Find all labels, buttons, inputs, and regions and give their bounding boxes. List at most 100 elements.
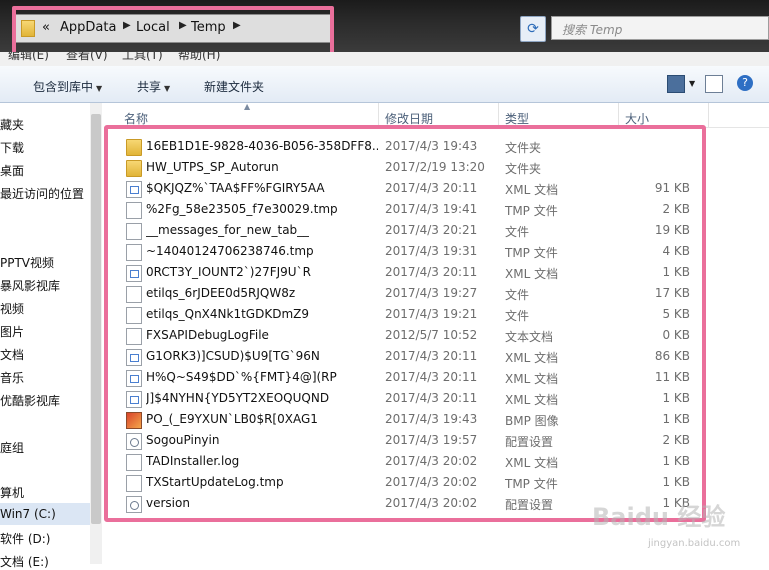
column-divider[interactable] [498, 103, 499, 127]
sort-arrow-icon: ▲ [244, 102, 251, 111]
file-row[interactable]: TXStartUpdateLog.tmp 2017/4/3 20:02 TMP 文件… [104, 472, 704, 493]
file-type: XML 文档 [505, 456, 559, 470]
file-row[interactable]: HW_UTPS_SP_Autorun 2017/2/19 13:20 文件夹 [104, 157, 704, 178]
file-row[interactable]: __messages_for_new_tab__ 2017/4/3 20:21 文件… [104, 220, 704, 241]
file-size: 5 KB [662, 307, 690, 321]
column-divider[interactable] [618, 103, 619, 127]
file-type: TMP 文件 [505, 477, 558, 491]
file-icon [126, 202, 142, 219]
file-size: 86 KB [654, 349, 690, 363]
nav-item[interactable]: 文档 (E:) [0, 553, 49, 570]
column-header-type[interactable]: 类型 [505, 110, 529, 127]
file-row[interactable]: 16EB1D1E-9828-4036-B056-358DFF8... 2017/4… [104, 136, 704, 157]
file-type: 配置设置 [505, 498, 554, 512]
config-file-icon [126, 433, 142, 450]
nav-item[interactable]: 桌面 [0, 162, 24, 179]
file-row[interactable]: J]$4NYHN{YD5YT2XEOQUQND 2017/4/3 20:11 XML… [104, 388, 704, 409]
file-row[interactable]: G1ORK3)]CSUD)$U9[TG`96N 2017/4/3 20:11 XML… [104, 346, 704, 367]
file-row[interactable]: 0RCT3Y_IOUNT2`)27FJ9U`R 2017/4/3 20:11 XML… [104, 262, 704, 283]
file-name: HW_UTPS_SP_Autorun [146, 160, 279, 174]
refresh-icon[interactable]: ⟳ [520, 16, 546, 42]
file-type: XML 文档 [505, 372, 559, 386]
file-row[interactable]: etilqs_QnX4Nk1tGDKDmZ9 2017/4/3 19:21 文件 5 … [104, 304, 704, 325]
folder-icon [126, 139, 142, 156]
nav-item[interactable]: 图片 [0, 323, 24, 340]
nav-scrollbar-thumb[interactable] [91, 114, 101, 524]
config-file-icon [126, 496, 142, 513]
file-size: 1 KB [662, 454, 690, 468]
file-name: version [146, 496, 190, 510]
file-row[interactable]: H%Q~S49$DD`%{FMT}4@](RP 2017/4/3 20:11 XML… [104, 367, 704, 388]
file-name: 16EB1D1E-9828-4036-B056-358DFF8... [146, 139, 378, 153]
column-header-date[interactable]: 修改日期 [385, 110, 433, 127]
address-highlight-frame [12, 6, 334, 56]
file-icon [126, 328, 142, 345]
folder-icon [126, 160, 142, 177]
nav-item[interactable]: 最近访问的位置 [0, 185, 84, 202]
file-size: 1 KB [662, 391, 690, 405]
nav-item[interactable]: Win7 (C:) [0, 507, 56, 521]
help-icon[interactable]: ? [737, 75, 753, 91]
file-row[interactable]: FXSAPIDebugLogFile 2012/5/7 10:52 文本文档 0 KB [104, 325, 704, 346]
menu-tools[interactable]: 工具(T) [122, 52, 163, 63]
file-type: 文件 [505, 225, 530, 239]
file-type: XML 文档 [505, 393, 559, 407]
nav-item[interactable]: 优酷影视库 [0, 392, 60, 409]
file-date: 2017/4/3 20:02 [385, 475, 478, 489]
nav-item[interactable]: 下载 [0, 139, 24, 156]
file-name: etilqs_QnX4Nk1tGDKDmZ9 [146, 307, 309, 321]
file-size: 2 KB [662, 433, 690, 447]
file-icon [126, 286, 142, 303]
nav-item[interactable]: PPTV视频 [0, 254, 54, 271]
nav-item[interactable]: 软件 (D:) [0, 530, 50, 547]
bmp-image-icon [126, 412, 142, 429]
file-row[interactable]: TADInstaller.log 2017/4/3 20:02 XML 文档 1 KB [104, 451, 704, 472]
nav-item[interactable]: 音乐 [0, 369, 24, 386]
view-options-icon[interactable] [667, 75, 685, 93]
file-date: 2017/4/3 19:21 [385, 307, 478, 321]
file-type: 配置设置 [505, 435, 554, 449]
include-in-library-button[interactable]: 包含到库中 ▼ [33, 78, 102, 95]
file-name: %2Fg_58e23505_f7e30029.tmp [146, 202, 338, 216]
nav-item[interactable]: 算机 [0, 484, 24, 501]
file-size: 11 KB [654, 370, 690, 384]
file-name: J]$4NYHN{YD5YT2XEOQUQND [146, 391, 330, 405]
file-date: 2017/4/3 19:43 [385, 412, 478, 426]
column-divider[interactable] [378, 103, 379, 127]
file-row[interactable]: ~14040124706238746.tmp 2017/4/3 19:31 TMP … [104, 241, 704, 262]
file-icon [126, 223, 142, 240]
view-dropdown-icon[interactable]: ▼ [689, 79, 695, 88]
watermark-url: jingyan.baidu.com [648, 538, 741, 549]
new-folder-button[interactable]: 新建文件夹 [204, 78, 264, 95]
file-type: XML 文档 [505, 351, 559, 365]
xml-file-icon [126, 391, 142, 408]
file-row[interactable]: $QKJQZ%`TAA$FF%FGIRY5AA 2017/4/3 20:11 XML… [104, 178, 704, 199]
nav-item[interactable]: 庭组 [0, 439, 24, 456]
xml-file-icon [126, 181, 142, 198]
dropdown-arrow-icon: ▼ [164, 84, 171, 93]
search-input[interactable]: 搜索 Temp [551, 16, 769, 40]
nav-item[interactable]: 文档 [0, 346, 24, 363]
file-date: 2017/4/3 19:41 [385, 202, 478, 216]
menu-view[interactable]: 查看(V) [66, 52, 108, 63]
menu-help[interactable]: 帮助(H) [178, 52, 220, 63]
nav-item[interactable]: 视频 [0, 300, 24, 317]
file-date: 2017/4/3 19:27 [385, 286, 478, 300]
column-header-size[interactable]: 大小 [625, 110, 649, 127]
nav-item[interactable]: 暴风影视库 [0, 277, 60, 294]
column-divider[interactable] [708, 103, 709, 127]
nav-item[interactable]: 藏夹 [0, 116, 24, 133]
file-type: BMP 图像 [505, 414, 559, 428]
preview-pane-icon[interactable] [705, 75, 723, 93]
file-row[interactable]: %2Fg_58e23505_f7e30029.tmp 2017/4/3 19:41… [104, 199, 704, 220]
file-row[interactable]: SogouPinyin 2017/4/3 19:57 配置设置 2 KB [104, 430, 704, 451]
menu-edit[interactable]: 编辑(E) [8, 52, 49, 63]
file-date: 2017/4/3 20:11 [385, 370, 478, 384]
column-header-name[interactable]: 名称 [124, 110, 148, 127]
share-button[interactable]: 共享 ▼ [137, 78, 170, 95]
file-type: 文件夹 [505, 162, 542, 176]
file-row[interactable]: etilqs_6rJDEE0d5RJQW8z 2017/4/3 19:27 文件 17… [104, 283, 704, 304]
file-row[interactable]: PO_(_E9YXUN`LB0$R[0XAG1 2017/4/3 19:43 BMP… [104, 409, 704, 430]
file-icon [126, 244, 142, 261]
menu-bar: 编辑(E) 查看(V) 工具(T) 帮助(H) [0, 52, 769, 66]
